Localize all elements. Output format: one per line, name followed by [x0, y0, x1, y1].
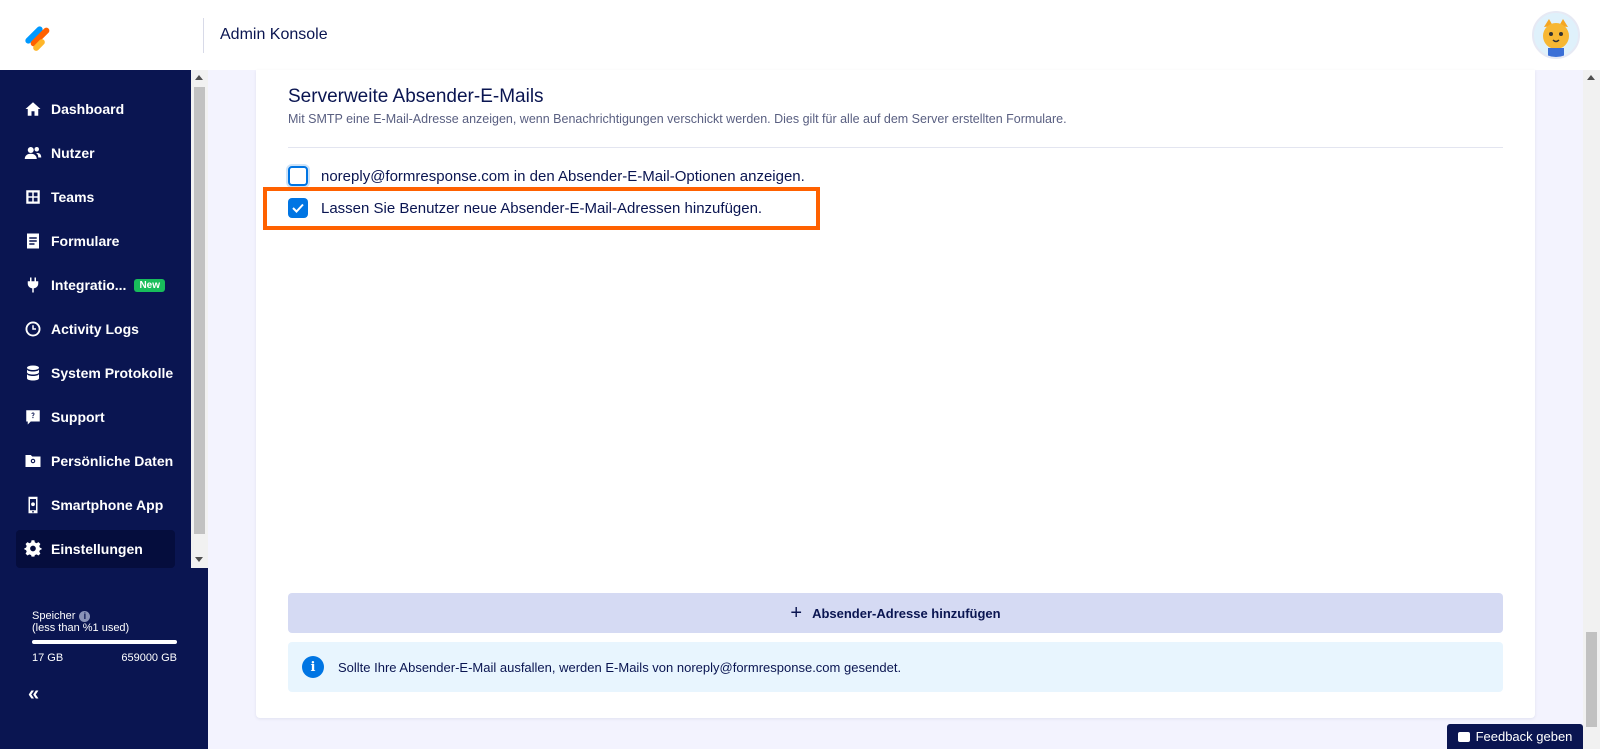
info-notice: i Sollte Ihre Absender-E-Mail ausfallen,…: [288, 642, 1503, 692]
scroll-down-arrow-icon[interactable]: [195, 557, 203, 562]
form-icon: [24, 232, 42, 250]
logo[interactable]: [22, 20, 54, 52]
sidebar-item-label: Support: [51, 409, 105, 425]
sidebar-item-personal-data[interactable]: Persönliche Daten: [16, 442, 175, 480]
sidebar: Dashboard Nutzer Teams Formulare Integra…: [0, 70, 208, 749]
help-icon: [24, 408, 42, 426]
sidebar-item-label: Smartphone App: [51, 497, 164, 513]
section-description: Mit SMTP eine E-Mail-Adresse anzeigen, w…: [288, 112, 1067, 126]
main-scrollbar[interactable]: [1583, 70, 1600, 749]
app-title: Admin Konsole: [220, 26, 328, 43]
sidebar-item-smartphone-app[interactable]: Smartphone App: [16, 486, 175, 524]
chat-icon: [1457, 731, 1470, 742]
info-text: Sollte Ihre Absender-E-Mail ausfallen, w…: [338, 659, 902, 675]
clock-icon: [24, 320, 42, 338]
sidebar-item-system-logs[interactable]: System Protokolle: [16, 354, 175, 392]
storage-usage-text: (less than %1 used): [32, 622, 130, 634]
sidebar-scrollbar[interactable]: [191, 70, 208, 568]
sidebar-item-settings[interactable]: Einstellungen: [16, 530, 175, 568]
sidebar-item-label: Dashboard: [51, 101, 125, 117]
sidebar-item-forms[interactable]: Formulare: [16, 222, 175, 260]
option-label: Lassen Sie Benutzer neue Absender-E-Mail…: [321, 199, 763, 217]
sidebar-item-users[interactable]: Nutzer: [16, 134, 175, 172]
settings-card: Serverweite Absender-E-Mails Mit SMTP ei…: [256, 70, 1535, 718]
sidebar-item-activity-logs[interactable]: Activity Logs: [16, 310, 175, 348]
option-allow-new-senders[interactable]: Lassen Sie Benutzer neue Absender-E-Mail…: [288, 198, 762, 218]
sidebar-item-label: Formulare: [51, 233, 120, 249]
checkmark-icon: [292, 203, 304, 213]
option-show-noreply[interactable]: noreply@formresponse.com in den Absender…: [288, 166, 805, 186]
sidebar-item-label: Persönliche Daten: [51, 453, 174, 469]
topbar-divider: [203, 18, 204, 53]
storage-panel: Speicher i (less than %1 used) 17 GB 659…: [32, 610, 177, 664]
checkbox-allow-new-senders[interactable]: [288, 198, 308, 218]
phone-settings-icon: [24, 496, 42, 514]
sidebar-item-support[interactable]: Support: [16, 398, 175, 436]
option-label: noreply@formresponse.com in den Absender…: [321, 167, 805, 185]
sidebar-scroll-thumb[interactable]: [194, 87, 205, 534]
feedback-label: Feedback geben: [1475, 729, 1573, 744]
add-sender-label: Absender-Adresse hinzufügen: [812, 605, 1001, 621]
teams-icon: [24, 188, 42, 206]
storage-progress-bar: [32, 640, 177, 644]
info-icon[interactable]: i: [79, 610, 91, 622]
new-badge: New: [134, 278, 166, 292]
scroll-up-arrow-icon[interactable]: [195, 75, 203, 80]
plug-icon: [24, 276, 42, 294]
storage-used: 17 GB: [32, 652, 64, 664]
sidebar-item-label: Einstellungen: [51, 541, 143, 557]
sidebar-item-label: Teams: [51, 189, 95, 205]
sidebar-item-teams[interactable]: Teams: [16, 178, 175, 216]
database-icon: [24, 364, 42, 382]
info-icon: i: [302, 656, 324, 678]
scroll-up-arrow-icon[interactable]: [1587, 75, 1595, 80]
collapse-sidebar-icon[interactable]: «: [28, 684, 46, 704]
plus-icon: +: [790, 602, 803, 624]
sidebar-nav: Dashboard Nutzer Teams Formulare Integra…: [16, 90, 175, 574]
storage-total: 659000 GB: [121, 652, 177, 664]
sidebar-item-label: System Protokolle: [51, 365, 174, 381]
main-scroll-thumb[interactable]: [1586, 632, 1597, 727]
sidebar-item-label: Nutzer: [51, 145, 95, 161]
sidebar-item-dashboard[interactable]: Dashboard: [16, 90, 175, 128]
storage-label: Speicher: [32, 610, 76, 622]
home-icon: [24, 100, 42, 118]
folder-search-icon: [24, 452, 42, 470]
gear-icon: [24, 540, 42, 558]
top-bar: Admin Konsole: [0, 0, 1600, 70]
sidebar-item-label: Integratio...: [51, 277, 127, 293]
feedback-button[interactable]: Feedback geben: [1447, 724, 1583, 749]
sidebar-item-label: Activity Logs: [51, 321, 139, 337]
section-title: Serverweite Absender-E-Mails: [288, 86, 544, 107]
avatar[interactable]: [1532, 11, 1580, 59]
sidebar-nav-scroll: Dashboard Nutzer Teams Formulare Integra…: [0, 70, 208, 568]
users-icon: [24, 144, 42, 162]
add-sender-address-button[interactable]: + Absender-Adresse hinzufügen: [288, 593, 1503, 633]
checkbox-show-noreply[interactable]: [288, 166, 308, 186]
divider: [288, 147, 1503, 148]
sidebar-item-integrations[interactable]: Integratio... New: [16, 266, 175, 304]
